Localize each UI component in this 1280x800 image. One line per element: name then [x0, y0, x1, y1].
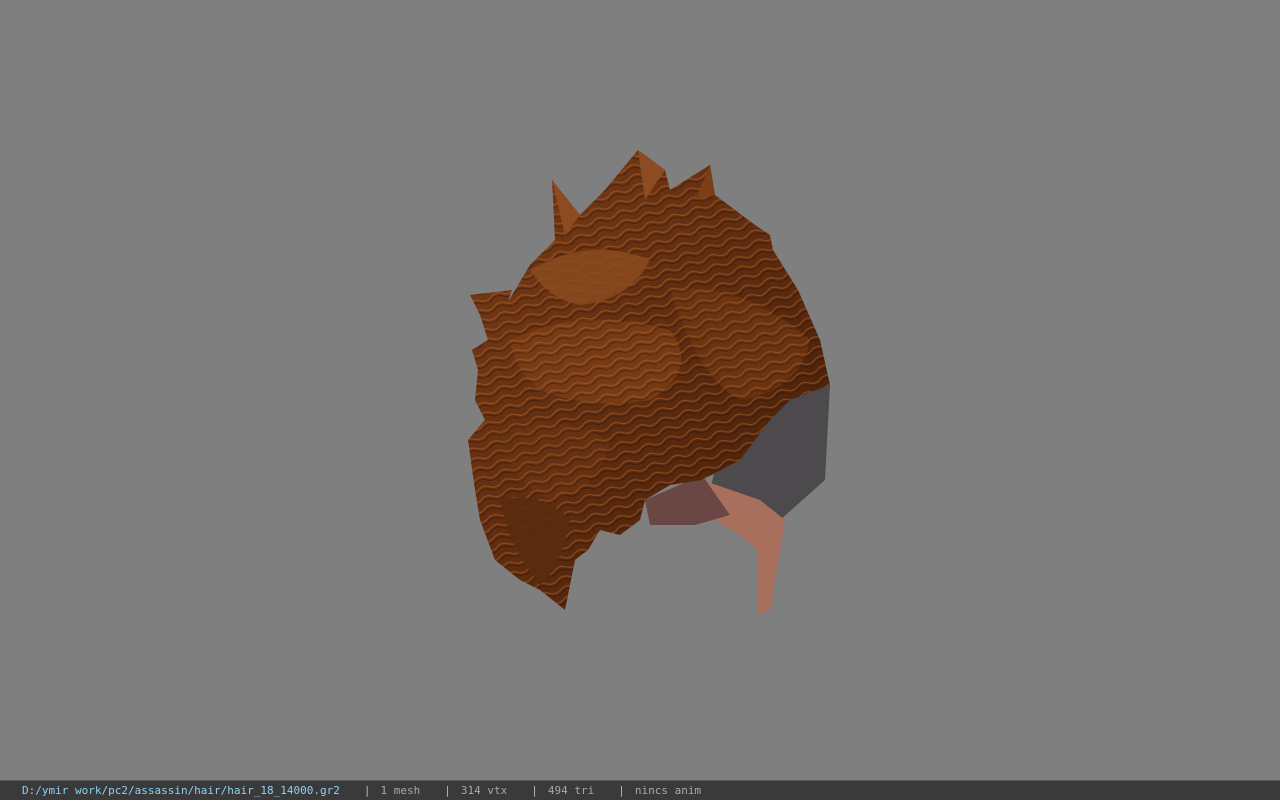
separator: |: [444, 784, 451, 797]
animation-status: nincs anim: [634, 784, 702, 797]
mesh-count: 1 mesh: [380, 784, 421, 797]
vertex-count: 314 vtx: [460, 784, 508, 797]
triangle-count: 494 tri: [547, 784, 595, 797]
separator: |: [531, 784, 538, 797]
hair-model-icon: [468, 150, 830, 614]
file-path: D:/ymir work/pc2/assassin/hair/hair_18_1…: [22, 784, 340, 797]
separator: |: [363, 784, 371, 797]
3d-viewport[interactable]: [0, 0, 1280, 780]
separator: |: [618, 784, 625, 797]
status-bar: D:/ymir work/pc2/assassin/hair/hair_18_1…: [0, 780, 1280, 800]
